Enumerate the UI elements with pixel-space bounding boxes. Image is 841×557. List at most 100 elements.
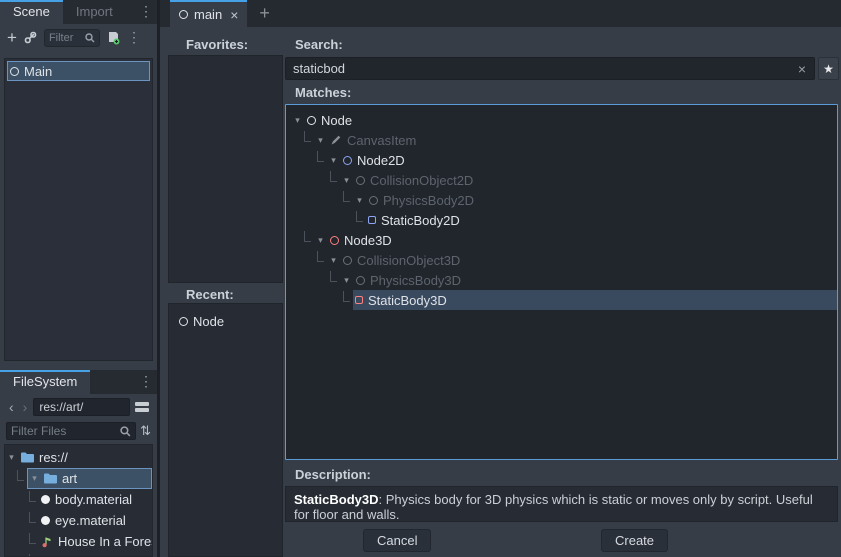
tree-item-label: StaticBody2D <box>381 213 460 228</box>
favorites-panel[interactable] <box>168 55 283 283</box>
folder-icon <box>21 452 34 463</box>
tree-branch-line <box>17 470 24 481</box>
tree-item-eye-material[interactable]: eye.material <box>5 510 152 531</box>
chevron-down-icon[interactable]: ▾ <box>329 155 338 166</box>
tree-item-label: StaticBody3D <box>368 293 447 308</box>
tree-item-label: CollisionObject3D <box>357 253 460 268</box>
filter-files-box[interactable] <box>6 422 136 440</box>
tab-scene[interactable]: Scene <box>0 0 63 24</box>
chevron-down-icon[interactable]: ▾ <box>30 473 39 484</box>
new-scene-tab-icon[interactable]: + <box>259 3 270 27</box>
tree-item-label: Node2D <box>357 153 405 168</box>
tree-branch-line <box>343 191 350 202</box>
tree-item-main[interactable]: Main <box>7 61 150 81</box>
chevron-down-icon[interactable]: ▾ <box>342 175 351 186</box>
scene-filter-box[interactable] <box>44 29 100 47</box>
recent-list: Node <box>169 304 282 331</box>
tree-item-node[interactable]: ▾Node <box>286 110 837 130</box>
filesystem-filter-bar: ⇅ <box>0 420 157 442</box>
tree-branch-line <box>304 131 311 142</box>
favorites-label: Favorites: <box>186 37 248 52</box>
scene-dock: Scene Import ⋮ + ⋮ Main <box>0 0 157 365</box>
chevron-down-icon[interactable]: ▾ <box>355 195 364 206</box>
tree-item-node2d[interactable]: ▾ Node2D <box>286 150 837 170</box>
search-icon <box>85 33 95 43</box>
tree-branch-line <box>29 512 36 523</box>
static-body-icon <box>368 216 376 224</box>
create-button[interactable]: Create <box>601 529 668 552</box>
material-sphere-icon <box>41 495 50 504</box>
tree-branch-line <box>317 151 324 162</box>
attach-script-icon[interactable] <box>107 31 120 45</box>
node-circle-icon <box>369 196 378 205</box>
tree-item-collisionobject3d[interactable]: ▾ CollisionObject3D <box>286 250 837 270</box>
toggle-split-mode-icon[interactable] <box>133 400 151 414</box>
scene-filter-input[interactable] <box>49 32 83 44</box>
favorite-star-button[interactable]: ★ <box>818 57 839 80</box>
scene-dock-menu-icon[interactable]: ⋮ <box>139 3 153 20</box>
search-input[interactable] <box>286 61 790 76</box>
tree-item-label: Main <box>24 64 52 79</box>
tree-item-staticbody2d[interactable]: StaticBody2D <box>286 210 837 230</box>
node-circle-icon <box>330 236 339 245</box>
tree-item-label: Node <box>193 314 224 329</box>
tree-item-node3d[interactable]: ▾Node3D <box>286 230 837 250</box>
chevron-down-icon[interactable]: ▾ <box>293 115 302 126</box>
scene-tab-bar: main × + <box>160 0 841 27</box>
chevron-down-icon[interactable]: ▾ <box>316 135 325 146</box>
tree-item-body-material[interactable]: body.material <box>5 489 152 510</box>
tab-filesystem[interactable]: FileSystem <box>0 370 90 394</box>
tree-item-label: art <box>62 471 77 486</box>
tree-item-label: PhysicsBody3D <box>370 273 461 288</box>
tree-branch-line <box>343 291 350 302</box>
path-input[interactable] <box>34 399 129 415</box>
scene-tab-label: main <box>194 7 222 22</box>
nav-back-icon[interactable]: ‹ <box>6 399 17 415</box>
node-circle-icon <box>356 176 365 185</box>
tree-item-label: House In a Forest Lo <box>58 534 153 549</box>
close-icon[interactable]: × <box>230 7 238 23</box>
tree-item-house-in-a-forest-lo[interactable]: House In a Forest Lo <box>5 531 152 552</box>
filesystem-nav-bar: ‹ › <box>0 394 157 420</box>
scene-toolbar-menu-icon[interactable]: ⋮ <box>127 29 141 46</box>
chevron-down-icon[interactable]: ▾ <box>7 452 16 463</box>
filter-files-input[interactable] <box>11 424 120 438</box>
cancel-button[interactable]: Cancel <box>363 529 431 552</box>
recent-label: Recent: <box>186 287 234 302</box>
nav-forward-icon[interactable]: › <box>20 399 31 415</box>
tree-item-collisionobject2d[interactable]: ▾CollisionObject2D <box>286 170 837 190</box>
chevron-down-icon[interactable]: ▾ <box>342 275 351 286</box>
filesystem-menu-icon[interactable]: ⋮ <box>139 373 153 390</box>
chevron-down-icon[interactable]: ▾ <box>316 235 325 246</box>
tree-item-physicsbody3d[interactable]: ▾ PhysicsBody3D <box>286 270 837 290</box>
sort-files-icon[interactable]: ⇅ <box>140 423 151 439</box>
tree-item-staticbody3d[interactable]: StaticBody3D <box>286 290 837 310</box>
node-circle-icon <box>307 116 316 125</box>
tree-item-node[interactable]: Node <box>169 311 282 331</box>
clear-search-icon[interactable]: × <box>790 61 814 77</box>
tree-branch-line <box>317 251 324 262</box>
tree-item-res[interactable]: ▾res:// <box>5 447 152 468</box>
search-field[interactable]: × <box>285 57 815 80</box>
scene-tree: Main <box>5 59 152 83</box>
tree-item-mob-glb[interactable]: mob.glb <box>5 552 152 557</box>
tree-item-art[interactable]: ▾ art <box>5 468 152 489</box>
description-label: Description: <box>295 467 371 482</box>
instance-scene-link-icon[interactable] <box>24 31 37 44</box>
description-term: StaticBody3D <box>294 492 379 507</box>
tree-item-label: CanvasItem <box>347 133 416 148</box>
main-area: main × + Favorites: Recent: Node Search:… <box>160 0 841 557</box>
tab-import[interactable]: Import <box>63 0 126 24</box>
filesystem-tree: ▾res://▾artbody.materialeye.materialHous… <box>5 445 152 557</box>
tree-item-physicsbody2d[interactable]: ▾PhysicsBody2D <box>286 190 837 210</box>
add-node-icon[interactable]: + <box>7 29 17 46</box>
scene-tab-main[interactable]: main × <box>170 0 247 27</box>
path-field[interactable] <box>33 398 130 416</box>
filesystem-tree-panel: ▾res://▾artbody.materialeye.materialHous… <box>4 444 153 557</box>
tree-item-label: eye.material <box>55 513 126 528</box>
tree-branch-line <box>29 533 36 544</box>
scene-tree-panel: Main <box>4 58 153 361</box>
chevron-down-icon[interactable]: ▾ <box>329 255 338 266</box>
tree-item-canvasitem[interactable]: ▾ CanvasItem <box>286 130 837 150</box>
material-sphere-icon <box>41 516 50 525</box>
